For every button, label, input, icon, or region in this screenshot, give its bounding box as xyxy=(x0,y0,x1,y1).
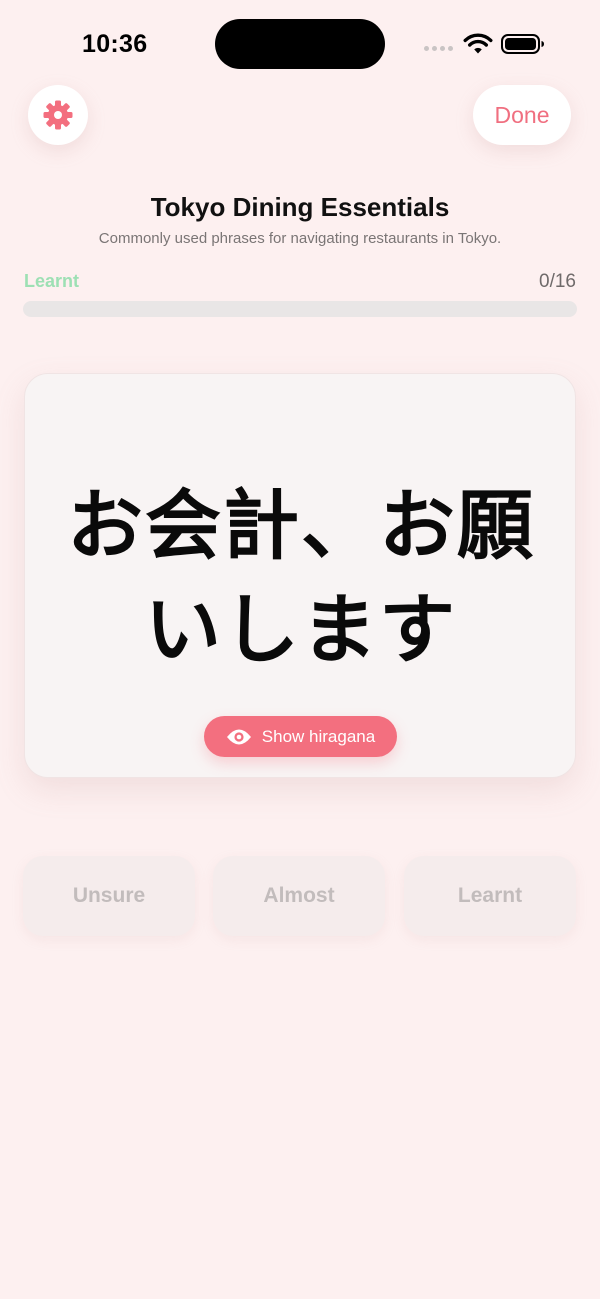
flashcard-phrase: お会計、お願いします xyxy=(67,481,535,674)
done-button[interactable]: Done xyxy=(473,85,571,145)
deck-title: Tokyo Dining Essentials xyxy=(150,192,450,222)
eye-icon xyxy=(226,729,251,744)
dynamic-island xyxy=(215,19,385,69)
learnt-button[interactable]: Learnt xyxy=(404,856,576,936)
progress-bar xyxy=(23,301,577,317)
show-hiragana-label: Show hiragana xyxy=(261,726,376,746)
flashcard-screen: 10:36 Done Tokyo Dining Essentials Commo… xyxy=(0,0,600,1299)
battery-icon xyxy=(501,34,544,54)
progress-label: Learnt xyxy=(24,271,80,291)
flashcard[interactable]: お会計、お願いします Show hiragana xyxy=(24,373,576,778)
status-time: 10:36 xyxy=(82,30,148,58)
deck-subtitle: Commonly used phrases for navigating res… xyxy=(98,230,502,247)
almost-button[interactable]: Almost xyxy=(213,856,385,936)
status-bar: 10:36 xyxy=(0,0,600,90)
wifi-icon xyxy=(463,33,493,54)
progress-count: 0/16 xyxy=(539,271,576,292)
show-hiragana-button[interactable]: Show hiragana xyxy=(204,716,397,757)
settings-button[interactable] xyxy=(28,85,88,145)
cellular-signal-icon xyxy=(424,46,453,51)
gear-icon xyxy=(43,100,73,130)
unsure-button[interactable]: Unsure xyxy=(23,856,195,936)
